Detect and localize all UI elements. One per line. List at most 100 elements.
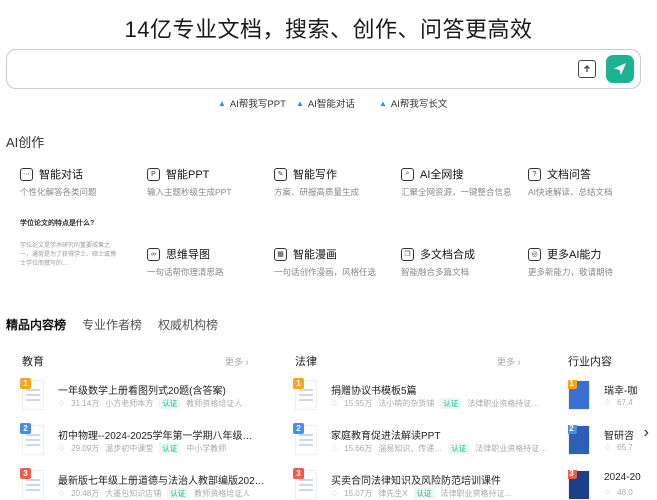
- rank-badge: 1: [20, 378, 31, 389]
- item-meta: ♢ 29.09万 温步初中课堂 认证 中小学教师: [58, 443, 227, 454]
- quick-link-chat[interactable]: ▲ AI智能对话: [296, 96, 355, 111]
- list-item[interactable]: 2 初中物理--2024-2025学年第一学期八年级… ♢ 29.09万 温步初中课…: [20, 423, 272, 465]
- like-icon: ♢: [604, 488, 612, 497]
- doc-preview-thumbnail[interactable]: 学位论文的特点是什么? 学位论文是学术研究的重要成果之一，通常是为了获得学士、硕…: [20, 218, 130, 280]
- column-title-industry: 行业内容: [568, 356, 612, 368]
- quick-link-label: AI帮我写PPT: [229, 99, 286, 110]
- feature-mindmap[interactable]: ∞ 思维导图 一句话帮你理清思路: [147, 246, 277, 278]
- list-item[interactable]: 3 2024-20 ♢ 46.0: [568, 470, 657, 500]
- list-item[interactable]: 1 捐赠协议书模板5篇 ♢ 15.95万 法小萌的杂货铺 认证 法律职业资格持证…: [293, 378, 545, 420]
- send-button[interactable]: [606, 55, 634, 83]
- more-link-law[interactable]: 更多 ›: [497, 355, 521, 368]
- feature-name: 智能PPT: [166, 169, 210, 181]
- comic-icon: ▦: [274, 247, 287, 261]
- item-title: 捐赠协议书模板5篇: [331, 386, 417, 397]
- rank-badge: 1: [293, 378, 304, 389]
- item-title: 瑞幸-咖: [604, 386, 638, 397]
- rank-badge: 2: [20, 423, 31, 434]
- upload-button[interactable]: [578, 60, 596, 78]
- rank-badge: 2: [568, 425, 577, 434]
- item-meta: ♢ 65.7: [604, 443, 633, 452]
- sparkle-icon: ▲: [379, 98, 387, 108]
- feature-desc: 输入主题秒级生成PPT: [147, 187, 232, 197]
- list-item[interactable]: 3 最新版七年级上册道德与法治人教部编版202… ♢ 20.48万 大墨包知识店铺认…: [20, 468, 272, 500]
- feature-name: 思维导图: [166, 249, 210, 261]
- item-title: 智研咨: [604, 431, 634, 442]
- item-meta: ♢ 31.14万 小方老师本方 认证 教师资格培证人: [58, 398, 243, 409]
- item-title: 2024-20: [604, 472, 641, 483]
- send-icon: [614, 63, 626, 75]
- rank-badge: 2: [293, 423, 304, 434]
- feature-desc: 个性化解答各类问题: [20, 187, 97, 197]
- feature-writing[interactable]: ✎ 智能写作 方案、研报高质量生成: [274, 166, 404, 198]
- like-icon: ♢: [604, 398, 612, 407]
- list-item[interactable]: 3 买卖合同法律知识及风险防范培训课件 ♢ 15.07万 律先生X 认证 法律职业资格持…: [293, 468, 545, 500]
- list-item[interactable]: 1 瑞幸-咖 ♢ 67.4: [568, 380, 657, 420]
- item-title: 初中物理--2024-2025学年第一学期八年级…: [58, 431, 253, 442]
- like-icon: ♢: [331, 489, 339, 498]
- feature-more-ai[interactable]: ◎ 更多AI能力 更多新能力，敬请期待: [528, 246, 657, 278]
- search-input[interactable]: [6, 49, 641, 89]
- feature-desc: 一句话帮你理清思路: [147, 267, 224, 277]
- item-title: 最新版七年级上册道德与法治人教部编版202…: [58, 476, 265, 487]
- ppt-icon: P: [147, 167, 160, 181]
- feature-name: 智能写作: [293, 169, 337, 181]
- more-link-education[interactable]: 更多 ›: [225, 355, 249, 368]
- quick-link-longtext[interactable]: ▲ AI帮我写长文: [379, 96, 448, 111]
- item-title: 一年级数学上册看图列式20题(含答案): [58, 386, 226, 397]
- mindmap-icon: ∞: [147, 247, 160, 261]
- feature-ppt[interactable]: P 智能PPT 输入主题秒级生成PPT: [147, 166, 277, 198]
- list-item[interactable]: 2 家庭教育促进法解读PPT ♢ 15.66万 淄易知识、传递… 认证 法律职业资格持证…: [293, 423, 548, 465]
- item-meta: ♢ 15.07万 律先生X 认证 法律职业资格持证…: [331, 488, 513, 499]
- multi-doc-icon: ❐: [401, 247, 414, 261]
- quick-link-ppt[interactable]: ▲ AI帮我写PPT: [218, 96, 286, 111]
- tab-authority-orgs[interactable]: 权威机构榜: [158, 316, 218, 333]
- more-ai-icon: ◎: [528, 247, 541, 261]
- like-icon: ♢: [604, 443, 612, 452]
- ai-section-title: AI创作: [6, 135, 45, 150]
- chat-icon: ⋯: [20, 167, 33, 181]
- feature-doc-qa[interactable]: ? 文档问答 AI快速解读、总结文档: [528, 166, 657, 198]
- list-item[interactable]: 2 智研咨 ♢ 65.7: [568, 425, 638, 465]
- pen-icon: ✎: [274, 167, 287, 181]
- feature-name: 文档问答: [547, 169, 591, 181]
- quick-links: ▲ AI帮我写PPT ▲ AI智能对话 ▲ AI帮我写长文: [0, 96, 657, 111]
- item-meta: ♢ 67.4: [604, 398, 633, 407]
- feature-multi-doc[interactable]: ❐ 多文档合成 智能融合多篇文档: [401, 246, 531, 278]
- feature-name: 智能对话: [39, 169, 83, 181]
- feature-comic[interactable]: ▦ 智能漫画 一句话创作漫画，风格任选: [274, 246, 404, 278]
- tab-quality-content[interactable]: 精品内容榜: [6, 316, 66, 333]
- rank-badge: 3: [293, 468, 304, 479]
- list-item[interactable]: 1 一年级数学上册看图列式20题(含答案) ♢ 31.14万 小方老师本方 认证 教师资…: [20, 378, 272, 420]
- feature-name: AI全网搜: [420, 169, 464, 181]
- like-icon: ♢: [58, 444, 66, 453]
- rank-badge: 1: [568, 380, 577, 389]
- ranking-tabs: 精品内容榜 专业作者榜 权威机构榜: [6, 316, 218, 333]
- item-meta: ♢ 15.66万 淄易知识、传递… 认证 法律职业资格持证…: [331, 443, 548, 454]
- feature-desc: AI快速解读、总结文档: [528, 187, 613, 197]
- feature-desc: 汇聚全网资源，一键整合信息: [401, 187, 512, 197]
- feature-desc: 一句话创作漫画，风格任选: [274, 267, 377, 277]
- sparkle-icon: ▲: [218, 98, 226, 108]
- item-meta: ♢ 20.48万 大墨包知识店铺 认证 教师资格培证人: [58, 488, 251, 499]
- feature-chat[interactable]: ⋯ 智能对话 个性化解答各类问题: [20, 166, 150, 198]
- quick-link-label: AI帮我写长文: [390, 99, 448, 110]
- like-icon: ♢: [58, 489, 66, 498]
- quick-link-label: AI智能对话: [307, 99, 355, 110]
- tab-pro-authors[interactable]: 专业作者榜: [82, 316, 142, 333]
- feature-desc: 智能融合多篇文档: [401, 267, 470, 277]
- rank-badge: 3: [20, 468, 31, 479]
- next-arrow-icon[interactable]: ›: [644, 424, 649, 442]
- feature-name: 更多AI能力: [547, 249, 602, 261]
- item-meta: ♢ 46.0: [604, 488, 633, 497]
- like-icon: ♢: [58, 399, 66, 408]
- column-title-law: 法律: [295, 356, 317, 368]
- feature-desc: 更多新能力，敬请期待: [528, 267, 614, 277]
- feature-web-search[interactable]: ⌕ AI全网搜 汇聚全网资源，一键整合信息: [401, 166, 531, 198]
- column-title-education: 教育: [22, 356, 44, 368]
- upload-icon: [584, 65, 590, 72]
- item-title: 家庭教育促进法解读PPT: [331, 431, 441, 442]
- like-icon: ♢: [331, 444, 339, 453]
- rank-badge: 3: [568, 470, 577, 479]
- hero-title: 14亿专业文档，搜索、创作、问答更高效: [124, 17, 533, 42]
